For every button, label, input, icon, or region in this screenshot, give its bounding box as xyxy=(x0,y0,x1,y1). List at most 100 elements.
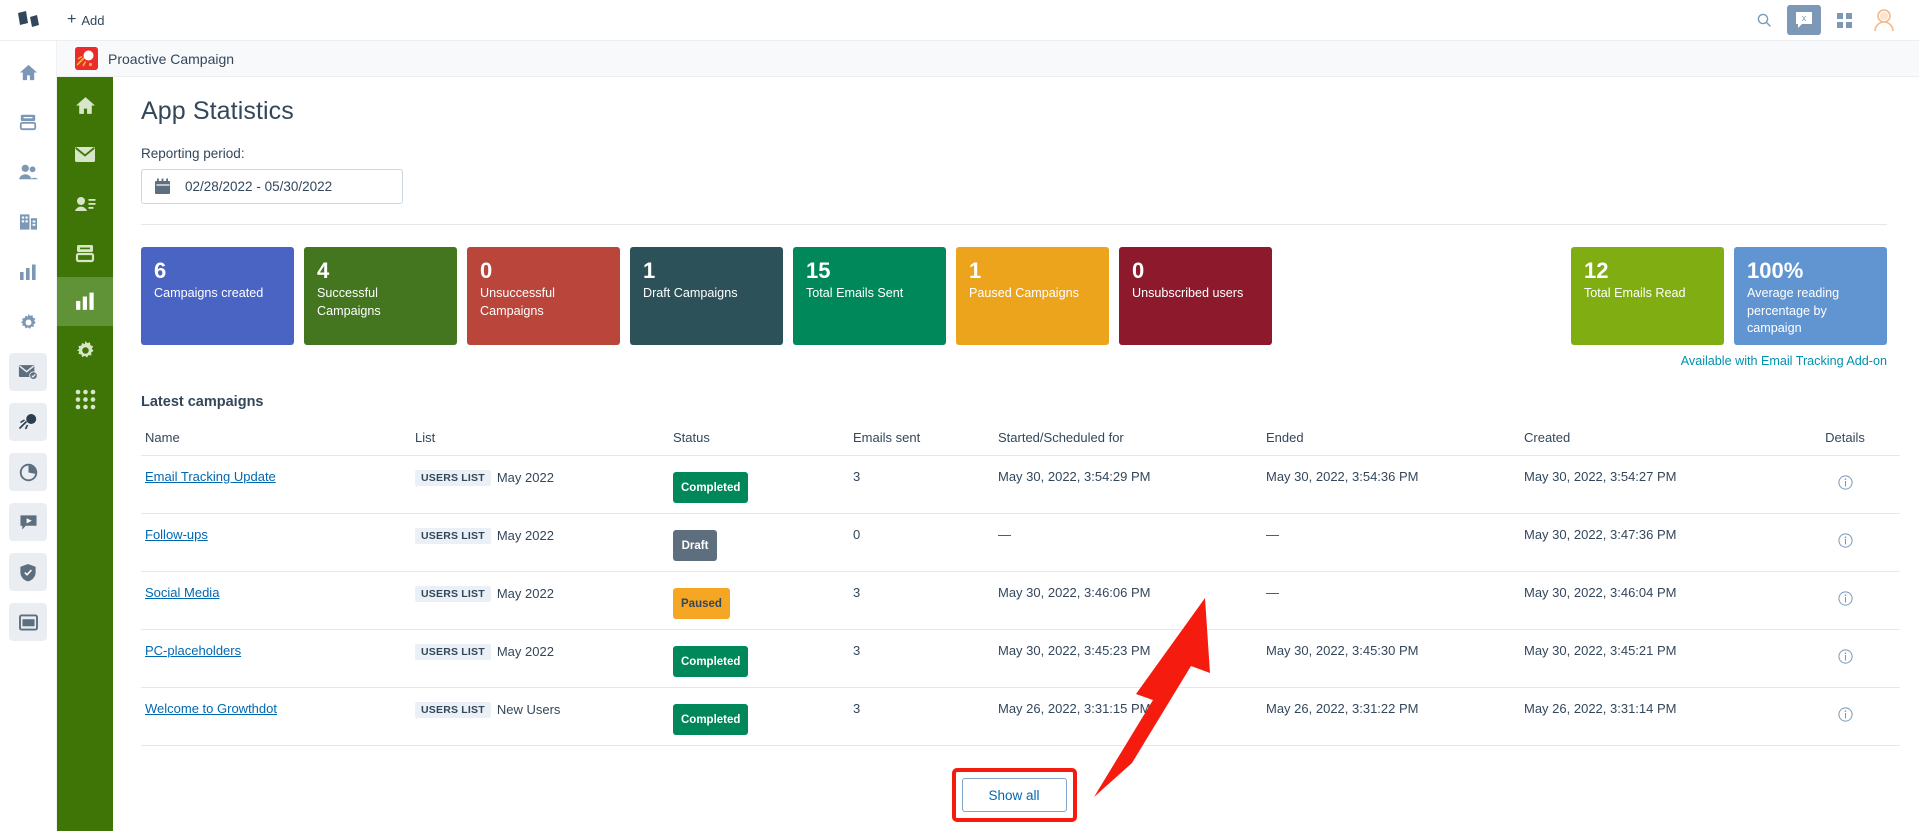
avatar[interactable] xyxy=(1867,3,1901,37)
campaign-name-link[interactable]: Social Media xyxy=(145,585,219,600)
column-header-details: Details xyxy=(1790,424,1900,456)
status-badge: Completed xyxy=(673,472,749,503)
topbar-icon-group: x xyxy=(1747,3,1919,37)
hubspot-logo[interactable] xyxy=(0,10,57,30)
cell-status: Completed xyxy=(669,455,849,514)
sidebar-item-lists[interactable] xyxy=(57,228,113,277)
list-name: New Users xyxy=(496,702,561,718)
bar-chart-glyph xyxy=(20,264,36,280)
email-tracking-addon-note[interactable]: Available with Email Tracking Add-on xyxy=(141,354,1887,368)
page-title: App Statistics xyxy=(141,97,294,125)
info-icon[interactable] xyxy=(1837,707,1853,725)
stat-label: Total Emails Sent xyxy=(806,286,904,301)
sidebar-item-apps[interactable] xyxy=(57,375,113,424)
stat-card-total-emails-read: 12 Total Emails Read xyxy=(1571,247,1724,345)
stat-card-total-emails-sent: 15 Total Emails Sent xyxy=(793,247,946,345)
sidebar-item-statistics[interactable] xyxy=(57,277,113,326)
table-row: Email Tracking Update USERS LIST May 2022… xyxy=(141,455,1900,514)
stat-value: 100% xyxy=(1747,258,1804,283)
info-icon[interactable] xyxy=(1837,649,1853,667)
main-content: App Statistics Reporting period: 02/28/2… xyxy=(113,77,1919,831)
stat-card-unsuccessful-campaigns: 0 Unsuccessful Campaigns xyxy=(467,247,620,345)
contacts-icon[interactable] xyxy=(9,153,47,191)
email-check-icon[interactable] xyxy=(9,353,47,391)
sidebar-item-campaigns[interactable] xyxy=(57,130,113,179)
stat-label: Successful Campaigns xyxy=(317,286,381,318)
stat-value: 15 xyxy=(806,258,831,283)
cell-list: USERS LIST May 2022 xyxy=(411,455,669,514)
body-row: Proactive Campaign App Statistics Report… xyxy=(0,41,1919,831)
stat-value: 0 xyxy=(480,258,493,283)
shield-glyph xyxy=(20,563,36,581)
info-icon[interactable] xyxy=(1837,475,1853,493)
list-name: May 2022 xyxy=(496,586,554,602)
marketplace-grid-icon[interactable] xyxy=(1827,5,1861,35)
cell-name: Welcome to Growthdot xyxy=(141,687,411,746)
shield-icon[interactable] xyxy=(9,553,47,591)
two-people-glyph xyxy=(18,164,38,180)
reports-bar-icon[interactable] xyxy=(9,253,47,291)
table-row: Follow-ups USERS LIST May 2022 Draft 0 — xyxy=(141,513,1900,572)
stat-value: 6 xyxy=(154,258,167,283)
top-navigation-bar: + Add x xyxy=(0,0,1919,41)
column-header-created: Created xyxy=(1520,424,1790,456)
search-icon[interactable] xyxy=(1747,5,1781,35)
cell-emails-sent: 3 xyxy=(849,687,994,746)
cell-created: May 30, 2022, 3:54:27 PM xyxy=(1520,455,1790,514)
cell-emails-sent: 3 xyxy=(849,455,994,514)
column-header-name: Name xyxy=(141,424,411,456)
pie-chart-icon[interactable] xyxy=(9,453,47,491)
cell-created: May 30, 2022, 3:46:04 PM xyxy=(1520,571,1790,630)
cell-started: May 30, 2022, 3:54:29 PM xyxy=(994,455,1262,514)
stat-label: Unsubscribed users xyxy=(1132,286,1244,301)
comet-icon[interactable] xyxy=(9,403,47,441)
info-icon[interactable] xyxy=(1837,591,1853,609)
column-header-status: Status xyxy=(669,424,849,456)
gn-home-icon xyxy=(75,97,95,114)
panel-row: App Statistics Reporting period: 02/28/2… xyxy=(57,77,1919,831)
stat-label: Unsuccessful Campaigns xyxy=(480,286,555,318)
breadcrumb-app-title: Proactive Campaign xyxy=(108,50,235,67)
status-badge: Completed xyxy=(673,704,749,735)
add-button[interactable]: + Add xyxy=(57,8,114,32)
sidebar-item-settings[interactable] xyxy=(57,326,113,375)
building-glyph xyxy=(19,214,37,230)
date-range-picker[interactable]: 02/28/2022 - 05/30/2022 xyxy=(141,169,403,204)
info-icon[interactable] xyxy=(1837,533,1853,551)
cell-status: Draft xyxy=(669,513,849,572)
info-glyph xyxy=(1837,591,1853,606)
content-icon[interactable] xyxy=(9,103,47,141)
date-range-value: 02/28/2022 - 05/30/2022 xyxy=(185,179,333,194)
campaign-name-link[interactable]: Follow-ups xyxy=(145,527,208,542)
table-row: Welcome to Growthdot USERS LIST New Users… xyxy=(141,687,1900,746)
cell-name: Social Media xyxy=(141,571,411,630)
cell-created: May 30, 2022, 3:45:21 PM xyxy=(1520,629,1790,688)
campaign-name-link[interactable]: Email Tracking Update xyxy=(145,469,276,484)
window-icon[interactable] xyxy=(9,603,47,641)
settings-gear-icon[interactable] xyxy=(9,303,47,341)
cell-details xyxy=(1790,455,1900,514)
sidebar-item-home[interactable] xyxy=(57,81,113,130)
info-glyph xyxy=(1837,707,1853,722)
video-chat-icon[interactable] xyxy=(9,503,47,541)
home-icon[interactable] xyxy=(9,53,47,91)
conversations-icon[interactable]: x xyxy=(1787,5,1821,35)
list-type-chip: USERS LIST xyxy=(415,585,491,602)
show-all-button[interactable]: Show all xyxy=(961,778,1067,812)
cell-details xyxy=(1790,687,1900,746)
cell-ended: May 26, 2022, 3:31:22 PM xyxy=(1262,687,1520,746)
sprocket-logo-icon xyxy=(17,11,39,27)
campaign-name-link[interactable]: PC-placeholders xyxy=(145,643,241,658)
email-check-glyph xyxy=(18,365,38,380)
plus-icon: + xyxy=(67,11,77,28)
stat-value: 12 xyxy=(1584,258,1609,283)
cell-emails-sent: 0 xyxy=(849,513,994,572)
cell-status: Completed xyxy=(669,629,849,688)
cell-emails-sent: 3 xyxy=(849,629,994,688)
companies-icon[interactable] xyxy=(9,203,47,241)
campaign-name-link[interactable]: Welcome to Growthdot xyxy=(145,701,277,716)
gn-statistics-icon xyxy=(76,292,94,310)
avatar-glyph xyxy=(1874,9,1894,32)
sidebar-item-contacts[interactable] xyxy=(57,179,113,228)
stat-value: 4 xyxy=(317,258,330,283)
